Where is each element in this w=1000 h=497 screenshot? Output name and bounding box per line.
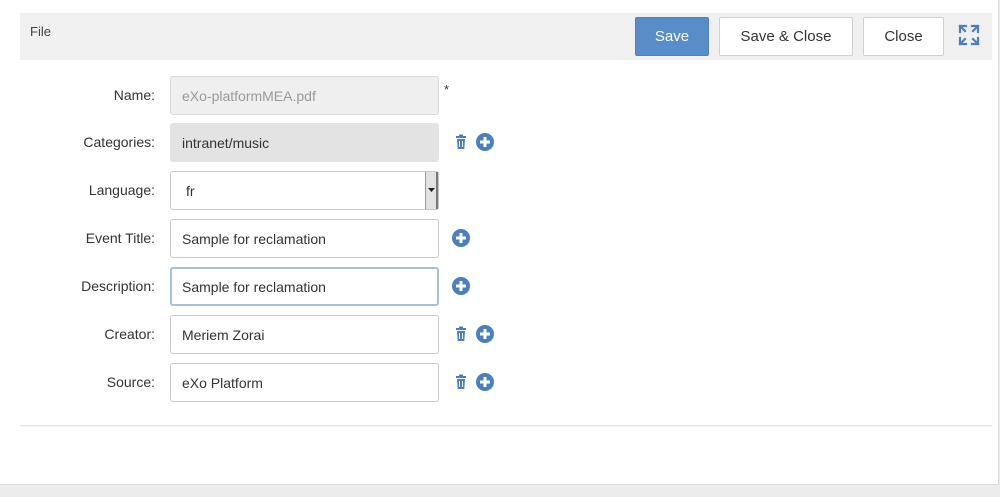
name-row: Name: eXo-platformMEA.pdf * <box>20 76 992 116</box>
toolbar: File Save Save & Close Close <box>20 13 992 60</box>
file-editor-panel: File Save Save & Close Close Name: eXo-p… <box>0 0 999 485</box>
name-field: eXo-platformMEA.pdf <box>170 76 439 115</box>
add-circle-icon[interactable] <box>476 325 494 343</box>
categories-row: Categories: intranet/music <box>20 123 992 163</box>
save-and-close-button[interactable]: Save & Close <box>719 17 853 56</box>
creator-label: Creator: <box>104 326 155 342</box>
event-title-row: Event Title: Sample for reclamation <box>20 219 992 259</box>
categories-field[interactable]: intranet/music <box>170 123 439 162</box>
language-select[interactable]: fr <box>170 171 439 210</box>
metadata-form: Name: eXo-platformMEA.pdf * Categories: … <box>20 60 992 426</box>
name-label: Name: <box>113 87 155 103</box>
description-field[interactable]: Sample for reclamation <box>170 267 439 306</box>
close-button[interactable]: Close <box>863 17 944 56</box>
creator-row: Creator: Meriem Zorai <box>20 315 992 355</box>
language-row: Language: fr <box>20 171 992 211</box>
chevron-down-icon[interactable] <box>425 172 438 209</box>
add-circle-icon[interactable] <box>476 133 494 151</box>
language-label: Language: <box>88 182 155 198</box>
required-marker: * <box>444 82 450 97</box>
toolbar-title: File <box>30 24 51 39</box>
source-label: Source: <box>106 374 155 390</box>
language-value: fr <box>186 182 195 199</box>
trash-icon[interactable] <box>452 325 470 343</box>
description-row: Description: Sample for reclamation <box>20 267 992 307</box>
source-row: Source: eXo Platform <box>20 363 992 403</box>
description-label: Description: <box>81 278 155 294</box>
source-field[interactable]: eXo Platform <box>170 363 439 402</box>
categories-label: Categories: <box>83 134 155 150</box>
trash-icon[interactable] <box>452 373 470 391</box>
add-circle-icon[interactable] <box>476 373 494 391</box>
save-button[interactable]: Save <box>635 17 709 56</box>
add-circle-icon[interactable] <box>452 277 470 295</box>
trash-icon[interactable] <box>452 133 470 151</box>
event-title-field[interactable]: Sample for reclamation <box>170 219 439 258</box>
expand-icon[interactable] <box>958 24 980 46</box>
event-title-label: Event Title: <box>85 230 155 246</box>
add-circle-icon[interactable] <box>452 229 470 247</box>
page-background-strip <box>0 486 1000 497</box>
creator-field[interactable]: Meriem Zorai <box>170 315 439 354</box>
